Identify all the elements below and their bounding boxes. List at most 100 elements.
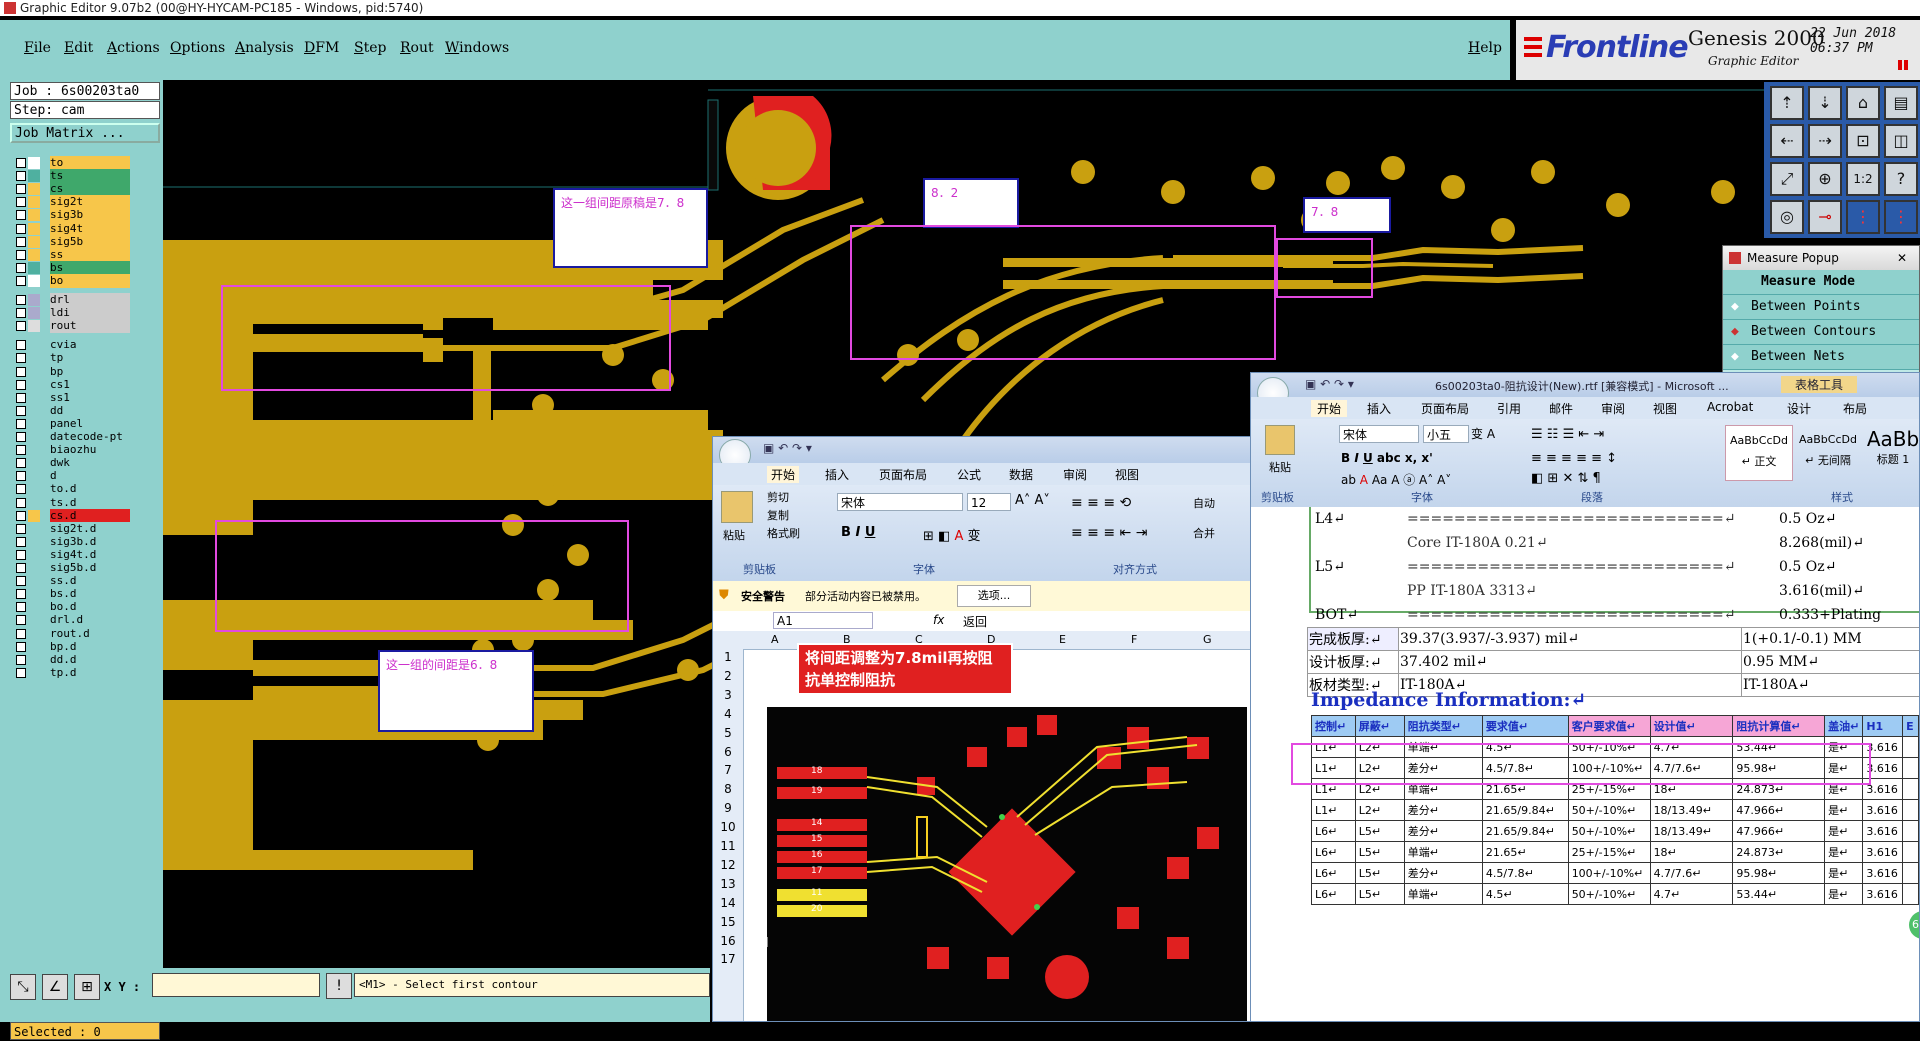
column-header[interactable]: G: [1203, 633, 1212, 646]
paste-label[interactable]: 粘贴: [723, 527, 745, 543]
layer-row-sig2t[interactable]: sig2t: [12, 195, 132, 209]
xy-input[interactable]: [152, 973, 320, 997]
row-header[interactable]: 13: [713, 877, 743, 891]
menu-step[interactable]: Step: [354, 40, 386, 56]
layer-checkbox[interactable]: [16, 263, 26, 273]
layer-row-dd[interactable]: dd: [12, 404, 132, 418]
column-header[interactable]: A: [771, 633, 779, 646]
layer-checkbox[interactable]: [16, 308, 26, 318]
layer-row-ss-d[interactable]: ss.d: [12, 574, 132, 588]
move-down-icon[interactable]: ⇣: [1808, 86, 1842, 120]
layer-row-bo[interactable]: bo: [12, 274, 132, 288]
layer-row-bo-d[interactable]: bo.d: [12, 600, 132, 614]
row-header[interactable]: 6: [713, 745, 743, 759]
tab-formulas[interactable]: 公式: [957, 466, 981, 483]
snap-icon[interactable]: ◎: [1770, 200, 1804, 234]
formula-input[interactable]: 返回: [963, 613, 987, 630]
zoom-1to2-icon[interactable]: 1:2: [1846, 162, 1880, 196]
align-top-icons[interactable]: ≡ ≡ ≡ ⟲: [1071, 495, 1131, 511]
redraw-icon[interactable]: ◫: [1884, 124, 1918, 158]
between-points-option[interactable]: ◆Between Points: [1723, 295, 1919, 320]
layer-row-cs1[interactable]: cs1: [12, 378, 132, 392]
help-query-icon[interactable]: ?: [1884, 162, 1918, 196]
cut-label[interactable]: 剪切: [767, 489, 789, 505]
menu-actions[interactable]: Actions: [107, 40, 160, 56]
layer-row-bp[interactable]: bp: [12, 365, 132, 379]
layer-row-d[interactable]: d: [12, 469, 132, 483]
layer-row-cs-d[interactable]: cs.d: [12, 509, 132, 523]
layer-checkbox[interactable]: [16, 615, 26, 625]
tab-data[interactable]: 数据: [1009, 466, 1033, 483]
tab-page-layout[interactable]: 页面布局: [1421, 400, 1469, 417]
net-select-icon[interactable]: ⋮: [1884, 200, 1918, 234]
layer-checkbox[interactable]: [16, 276, 26, 286]
layer-row-drl[interactable]: drl: [12, 293, 132, 307]
change-case-icon[interactable]: 变 A: [1471, 425, 1495, 442]
font-size-select[interactable]: 12: [967, 493, 1011, 511]
layer-row-sig2t-d[interactable]: sig2t.d: [12, 522, 132, 536]
close-icon[interactable]: ✕: [1897, 246, 1907, 270]
tab-references[interactable]: 引用: [1497, 400, 1521, 417]
layer-checkbox[interactable]: [16, 380, 26, 390]
layer-checkbox[interactable]: [16, 563, 26, 573]
layer-checkbox[interactable]: [16, 471, 26, 481]
row-header[interactable]: 11: [713, 839, 743, 853]
job-matrix-button[interactable]: Job Matrix ...: [10, 123, 160, 143]
row-header[interactable]: 10: [713, 820, 743, 834]
layer-row-ss[interactable]: ss: [12, 248, 132, 262]
measure-icon[interactable]: ⊸: [1808, 200, 1842, 234]
layer-row-bp-d[interactable]: bp.d: [12, 640, 132, 654]
tab-home[interactable]: 开始: [767, 466, 799, 483]
name-box[interactable]: A1: [773, 612, 873, 629]
merge-button[interactable]: 合并: [1193, 525, 1215, 541]
format-painter-label[interactable]: 格式刷: [767, 525, 800, 541]
paste-label[interactable]: 粘贴: [1269, 459, 1291, 475]
layer-checkbox[interactable]: [16, 321, 26, 331]
tab-page-layout[interactable]: 页面布局: [879, 466, 927, 483]
layer-checkbox[interactable]: [16, 393, 26, 403]
tab-layout[interactable]: 布局: [1843, 400, 1867, 417]
shading-border-icons[interactable]: ◧ ⊞ ✕ ⇅ ¶: [1531, 471, 1601, 486]
tab-view[interactable]: 视图: [1115, 466, 1139, 483]
layer-checkbox[interactable]: [16, 295, 26, 305]
menu-file[interactable]: File: [24, 40, 51, 56]
info-icon[interactable]: !: [326, 973, 352, 999]
tab-design[interactable]: 设计: [1787, 400, 1811, 417]
quick-access-icons[interactable]: ▣ ↶ ↷ ▾: [763, 441, 812, 455]
layer-row-bs[interactable]: bs: [12, 261, 132, 275]
net-icon[interactable]: ⋮: [1846, 200, 1880, 234]
layer-row-bs-d[interactable]: bs.d: [12, 587, 132, 601]
menu-windows[interactable]: Windows: [445, 40, 509, 56]
move-up-icon[interactable]: ⇡: [1770, 86, 1804, 120]
row-header[interactable]: 12: [713, 858, 743, 872]
menu-dfm[interactable]: DFM: [304, 40, 339, 56]
bold-italic-underline-icons[interactable]: B I U: [841, 525, 875, 540]
row-header[interactable]: 15: [713, 915, 743, 929]
layer-row-cs[interactable]: cs: [12, 182, 132, 196]
highlight-font-color-icons[interactable]: ab A Aa A ⓐ A˄ A˅: [1341, 471, 1451, 488]
measure-tool-icon[interactable]: ∠: [42, 974, 68, 1000]
layer-checkbox[interactable]: [16, 458, 26, 468]
layer-checkbox[interactable]: [16, 432, 26, 442]
layer-row-to-d[interactable]: to.d: [12, 482, 132, 496]
layer-checkbox[interactable]: [16, 655, 26, 665]
options-button[interactable]: 选项...: [957, 585, 1031, 607]
font-name-select[interactable]: 宋体: [837, 493, 963, 511]
layer-checkbox[interactable]: [16, 668, 26, 678]
layer-checkbox[interactable]: [16, 524, 26, 534]
layer-row-rout-d[interactable]: rout.d: [12, 627, 132, 641]
layer-checkbox[interactable]: [16, 237, 26, 247]
paste-icon[interactable]: [721, 491, 753, 523]
fit-icon[interactable]: ⤢: [1770, 162, 1804, 196]
paste-icon[interactable]: [1265, 425, 1295, 455]
layer-checkbox[interactable]: [16, 511, 26, 521]
border-fill-font-color-icons[interactable]: ⊞ ◧ A 变: [923, 525, 981, 544]
layer-checkbox[interactable]: [16, 158, 26, 168]
move-left-icon[interactable]: ⇠: [1770, 124, 1804, 158]
wrap-text-button[interactable]: 自动: [1193, 495, 1215, 511]
tab-home[interactable]: 开始: [1311, 400, 1347, 417]
layer-row-rout[interactable]: rout: [12, 319, 132, 333]
zoom-area-icon[interactable]: ⊡: [1846, 124, 1880, 158]
layer-row-cvia[interactable]: cvia: [12, 338, 132, 352]
pan-icon[interactable]: ▤: [1884, 86, 1918, 120]
